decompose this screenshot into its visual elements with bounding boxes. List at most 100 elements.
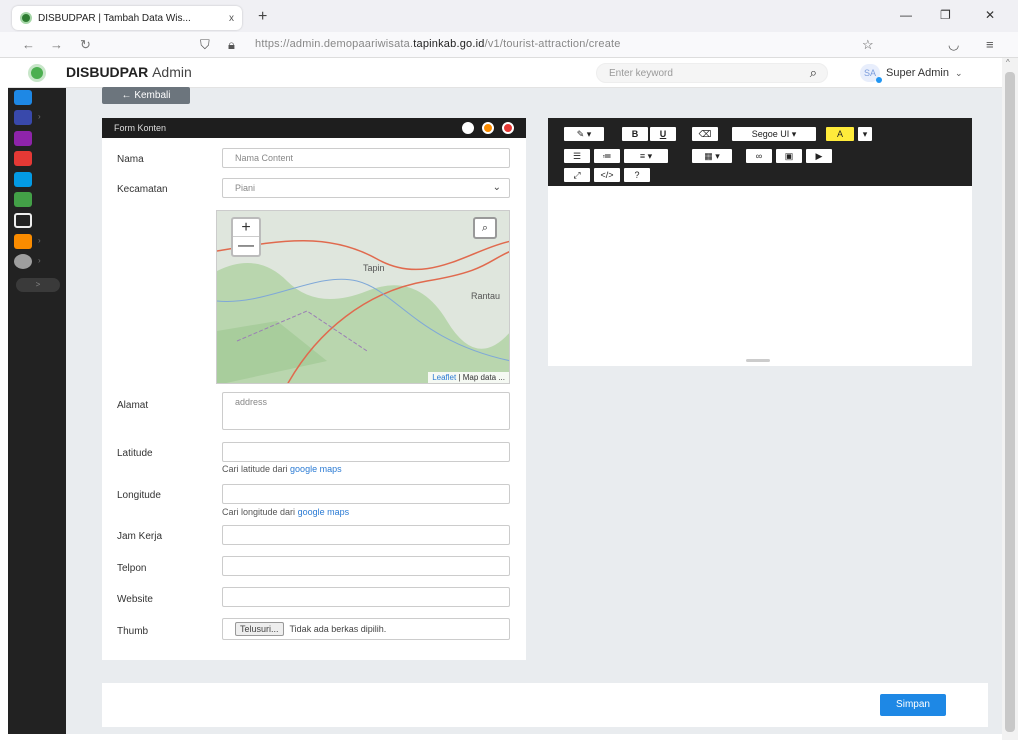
folder-icon[interactable] xyxy=(14,234,32,249)
ordered-list-icon[interactable]: ≔ xyxy=(594,149,620,163)
highlight-color-icon[interactable]: A xyxy=(826,127,854,141)
search-placeholder: Enter keyword xyxy=(609,68,673,79)
video-icon[interactable]: ▶ xyxy=(806,149,832,163)
monitor-icon[interactable] xyxy=(14,90,32,105)
alamat-textarea[interactable]: address xyxy=(222,392,510,430)
kecamatan-select[interactable]: Piani ⌄ xyxy=(222,178,510,198)
jam-kerja-input[interactable] xyxy=(222,525,510,545)
back-button[interactable]: ← Kembali xyxy=(102,87,190,104)
nama-input[interactable]: Nama Content xyxy=(222,148,510,168)
color-dropdown-icon[interactable]: ▾ xyxy=(858,127,872,141)
bell-icon[interactable] xyxy=(14,151,32,166)
latitude-google-maps-link[interactable]: google maps xyxy=(290,464,342,474)
building-icon[interactable] xyxy=(14,131,32,146)
website-label: Website xyxy=(117,594,153,605)
close-card-icon[interactable] xyxy=(502,122,514,134)
zoom-out-button[interactable]: — xyxy=(233,237,259,255)
code-view-icon[interactable]: </> xyxy=(594,168,620,182)
telepon-input[interactable] xyxy=(222,556,510,576)
lock-icon[interactable]: 🔒︎ xyxy=(228,37,235,53)
chevron-right-icon: › xyxy=(38,236,41,245)
unordered-list-icon[interactable]: ☰ xyxy=(564,149,590,163)
longitude-google-maps-link[interactable]: google maps xyxy=(298,507,350,517)
bold-button[interactable]: B xyxy=(622,127,648,141)
map-search-icon[interactable]: ⌕ xyxy=(473,217,497,239)
brand-bold: DISBUDPAR xyxy=(66,64,149,80)
browse-button[interactable]: Telusuri... xyxy=(235,622,284,636)
picture-icon[interactable]: ▣ xyxy=(776,149,802,163)
file-status: Tidak ada berkas dipilih. xyxy=(289,624,387,634)
longitude-input[interactable] xyxy=(222,484,510,504)
latitude-help-text: Cari latitude dari xyxy=(222,464,288,474)
form-card: Form Konten Nama Nama Content Kecamatan … xyxy=(102,118,526,660)
link-icon[interactable]: ∞ xyxy=(746,149,772,163)
new-tab-icon[interactable]: + xyxy=(258,8,267,26)
pencil-icon[interactable] xyxy=(14,110,32,125)
forward-arrow-icon[interactable]: → xyxy=(50,37,63,52)
address-field[interactable]: https://admin.demopaariwisata.tapinkab.g… xyxy=(255,38,621,50)
menu-icon[interactable]: ≡ xyxy=(986,37,994,52)
chevron-down-icon: ⌄ xyxy=(492,182,501,193)
longitude-label: Longitude xyxy=(117,490,161,501)
app-header: DISBUDPAR Admin Enter keyword ⌕ SA Super… xyxy=(8,58,1002,88)
pocket-icon[interactable]: ◡ xyxy=(948,37,959,53)
magic-style-icon[interactable]: ✎ ▾ xyxy=(564,127,604,141)
nama-label: Nama xyxy=(117,154,144,165)
minimize-card-icon[interactable] xyxy=(482,122,494,134)
tab-close-icon[interactable]: x xyxy=(229,13,234,24)
eraser-icon[interactable]: ⌫ xyxy=(692,127,718,141)
chevron-right-icon: › xyxy=(38,112,41,121)
reload-icon[interactable]: ↻ xyxy=(80,37,91,53)
close-window-icon[interactable]: ✕ xyxy=(985,8,995,22)
save-button[interactable]: Simpan xyxy=(880,694,946,716)
site-favicon-icon xyxy=(20,12,32,24)
location-map[interactable]: Tapin Rantau + — ⌕ Leaflet | Map data ..… xyxy=(216,210,510,384)
help-icon[interactable]: ? xyxy=(624,168,650,182)
url-bar: ← → ↻ ⛉ 🔒︎ https://admin.demopaariwisata… xyxy=(0,32,1018,58)
map-attribution: Leaflet | Map data ... xyxy=(428,372,509,383)
image-icon[interactable] xyxy=(14,213,32,228)
brand-light: Admin xyxy=(152,64,192,80)
editor-resize-handle[interactable] xyxy=(746,359,770,362)
jam-kerja-label: Jam Kerja xyxy=(117,531,163,542)
thumb-file-input[interactable]: Telusuri... Tidak ada berkas dipilih. xyxy=(222,618,510,640)
table-icon[interactable]: ▦ ▾ xyxy=(692,149,732,163)
tab-title: DISBUDPAR | Tambah Data Wis... xyxy=(38,12,191,24)
editor-toolbar: ✎ ▾ B U ⌫ Segoe UI ▾ A ▾ ☰ ≔ ≡ ▾ ▦ ▾ ∞ ▣… xyxy=(548,118,972,186)
kecamatan-value: Piani xyxy=(235,183,256,193)
scroll-up-icon[interactable]: ^ xyxy=(1006,58,1010,67)
zoom-in-button[interactable]: + xyxy=(233,219,259,237)
scrollbar[interactable]: ^ xyxy=(1002,58,1018,740)
gear-icon[interactable] xyxy=(14,254,32,269)
font-family-select[interactable]: Segoe UI ▾ xyxy=(732,127,816,141)
website-input[interactable] xyxy=(222,587,510,607)
browser-tab[interactable]: DISBUDPAR | Tambah Data Wis... x xyxy=(12,6,242,30)
sidebar: › › › > xyxy=(8,88,66,734)
alamat-label: Alamat xyxy=(117,400,149,411)
search-icon[interactable]: ⌕ xyxy=(810,65,817,81)
rich-text-editor: ✎ ▾ B U ⌫ Segoe UI ▾ A ▾ ☰ ≔ ≡ ▾ ▦ ▾ ∞ ▣… xyxy=(548,118,972,366)
telepon-label: Telpon xyxy=(117,563,147,574)
shield-icon[interactable]: ⛉ xyxy=(200,37,210,53)
font-name: Segoe UI xyxy=(751,129,790,139)
settings-icon[interactable] xyxy=(462,122,474,134)
fullscreen-icon[interactable]: ⤢ xyxy=(564,168,590,182)
minimize-icon[interactable]: — xyxy=(900,8,912,22)
editor-body[interactable] xyxy=(548,186,972,366)
longitude-help: Cari longitude dari google maps xyxy=(222,507,349,517)
latitude-help: Cari latitude dari google maps xyxy=(222,464,342,474)
align-icon[interactable]: ≡ ▾ xyxy=(624,149,668,163)
latitude-input[interactable] xyxy=(222,442,510,462)
user-menu[interactable]: SA Super Admin ⌄ xyxy=(860,64,963,83)
underline-button[interactable]: U xyxy=(650,127,676,141)
form-footer: Simpan xyxy=(102,683,988,727)
info-icon[interactable] xyxy=(14,172,32,187)
bookmark-star-icon[interactable]: ☆ xyxy=(862,37,874,53)
leaflet-link[interactable]: Leaflet xyxy=(432,373,456,382)
search-input[interactable]: Enter keyword ⌕ xyxy=(596,63,828,83)
book-icon[interactable] xyxy=(14,192,32,207)
sidebar-collapse-button[interactable]: > xyxy=(16,278,60,292)
maximize-icon[interactable]: ❐ xyxy=(940,8,951,22)
back-arrow-icon[interactable]: ← xyxy=(22,37,35,52)
scrollbar-thumb[interactable] xyxy=(1005,72,1015,732)
